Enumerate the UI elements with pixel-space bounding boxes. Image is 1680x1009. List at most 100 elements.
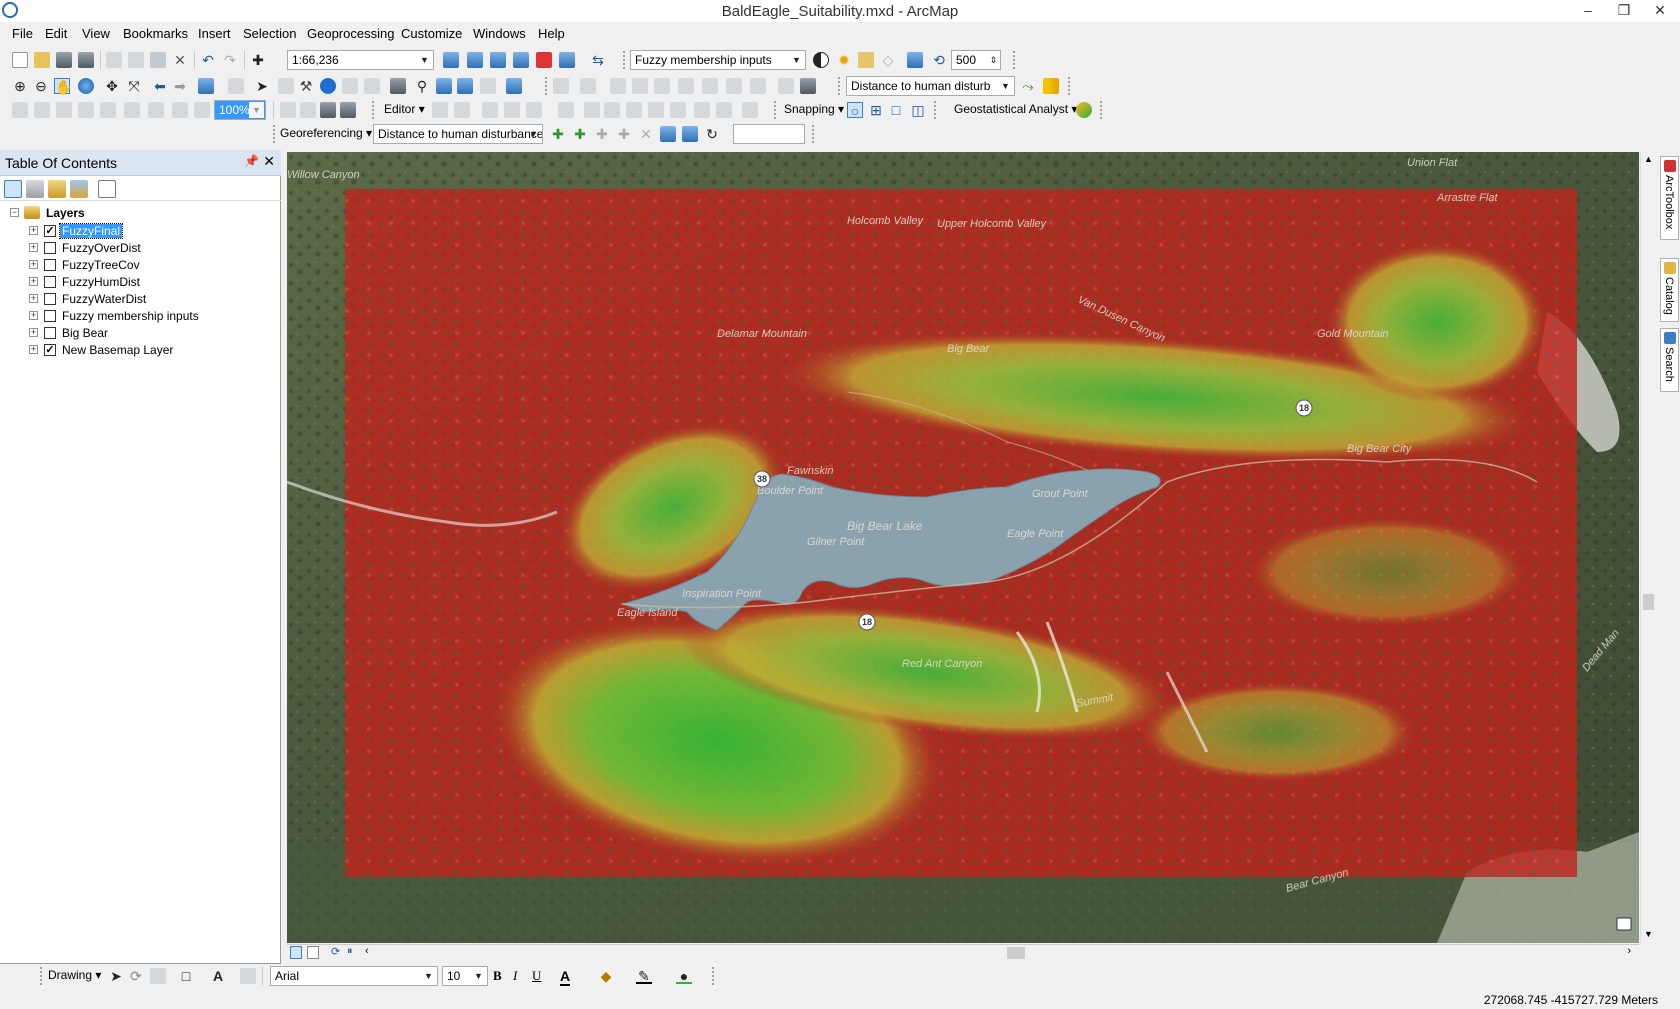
add-data-icon[interactable]: ✚ [250, 52, 266, 68]
lightning-icon[interactable] [278, 78, 294, 94]
expand-icon[interactable]: + [29, 277, 38, 286]
close-window-button[interactable]: ✕ [1642, 0, 1678, 22]
drawing-menu[interactable]: Drawing ▾ [48, 968, 101, 982]
sketch-properties-icon[interactable] [716, 102, 732, 118]
add-control-points-icon[interactable]: ✚ [550, 126, 566, 142]
catalog-window-icon[interactable] [490, 52, 506, 68]
scroll-right-icon[interactable]: › [1627, 945, 1631, 957]
back-extent-icon[interactable]: ⬅ [152, 78, 168, 94]
advanced-edit-4-icon[interactable] [678, 78, 694, 94]
visibility-checkbox[interactable] [44, 327, 56, 339]
layout-4-icon[interactable] [340, 102, 356, 118]
graphics-3-icon[interactable] [56, 102, 72, 118]
swipe-icon[interactable]: ◇ [880, 52, 896, 68]
data-view-icon[interactable] [290, 946, 302, 959]
rotation-input[interactable] [733, 124, 805, 144]
layers-root[interactable]: − Layers [0, 204, 280, 222]
georef-layer-combo[interactable]: Distance to human disturbance ▼ [373, 124, 543, 144]
zoom-to-link-icon[interactable]: ✚ [616, 126, 632, 142]
arctoolbox-icon[interactable] [536, 52, 552, 68]
list-by-source-icon[interactable] [26, 180, 44, 198]
new-document-icon[interactable] [12, 52, 28, 68]
layer-label[interactable]: Big Bear [60, 326, 110, 340]
menu-geoprocessing[interactable]: Geoprocessing [307, 26, 394, 41]
pan-icon[interactable]: ✋ [54, 78, 72, 95]
layer-label[interactable]: Fuzzy membership inputs [60, 309, 201, 323]
visibility-checkbox[interactable] [44, 293, 56, 305]
zoom-to-raster-icon[interactable] [907, 52, 923, 68]
zoom-to-elements-icon[interactable] [150, 968, 166, 984]
graphics-1-icon[interactable] [12, 102, 28, 118]
advanced-edit-1-icon[interactable] [610, 78, 626, 94]
font-color-button[interactable]: A [560, 968, 571, 986]
layer-label[interactable]: FuzzyWaterDist [60, 292, 148, 306]
select-link-icon[interactable]: ✚ [594, 126, 610, 142]
menu-customize[interactable]: Customize [401, 26, 462, 41]
line-profile-icon[interactable]: ⤳ [1020, 78, 1036, 94]
refresh-icon[interactable]: ⟳ [331, 945, 340, 958]
layer-fuzzywaterdist[interactable]: + FuzzyWaterDist [0, 290, 280, 308]
vertical-scroll-thumb[interactable] [1643, 594, 1654, 610]
font-size-combo[interactable]: 10 ▼ [442, 966, 488, 986]
editor-menu[interactable]: Editor ▾ [384, 102, 425, 116]
layer-fuzzyoverdist[interactable]: + FuzzyOverDist [0, 239, 280, 257]
python-window-icon[interactable] [559, 52, 575, 68]
close-icon[interactable]: ✕ [263, 153, 275, 170]
menu-selection[interactable]: Selection [243, 26, 296, 41]
edge-snapping-icon[interactable]: ◫ [910, 102, 926, 118]
layer-fuzzyhumdist[interactable]: + FuzzyHumDist [0, 273, 280, 291]
horizontal-scrollbar[interactable]: ⟳ ⏸ ‹ › [287, 944, 1639, 961]
vertical-scrollbar[interactable]: ▲ ▼ [1640, 152, 1656, 943]
list-by-drawing-order-icon[interactable] [4, 180, 22, 198]
contrast-icon[interactable] [813, 52, 829, 68]
geostatistical-wizard-icon[interactable] [1076, 102, 1092, 118]
menu-edit[interactable]: Edit [45, 26, 67, 41]
menu-view[interactable]: View [82, 26, 110, 41]
create-viewer-window-icon[interactable] [506, 78, 522, 94]
cut-polygon-icon[interactable] [626, 102, 642, 118]
advanced-edit-6-icon[interactable] [726, 78, 742, 94]
paste-icon[interactable] [150, 52, 166, 68]
graphics-4-icon[interactable] [78, 102, 94, 118]
expand-icon[interactable]: + [29, 345, 38, 354]
find-icon[interactable]: ⚲ [414, 78, 430, 94]
viewer-icon[interactable] [660, 126, 676, 142]
sketch-tool-icon[interactable] [504, 102, 520, 118]
go-to-xy-icon[interactable] [457, 78, 473, 94]
find-route-icon[interactable] [436, 78, 452, 94]
pin-icon[interactable]: 📌 [244, 154, 259, 168]
editor-toolbar-icon[interactable] [443, 52, 459, 68]
delete-link-icon[interactable]: ✕ [638, 126, 654, 142]
layer-big-bear[interactable]: + Big Bear [0, 324, 280, 342]
menu-file[interactable]: File [12, 26, 33, 41]
topology-icon[interactable] [553, 78, 569, 94]
rectangle-icon[interactable]: □ [178, 968, 194, 984]
identify-icon[interactable] [320, 78, 336, 94]
point-snapping-icon[interactable]: ○ [847, 102, 863, 119]
underline-button[interactable]: U [532, 968, 541, 984]
copy-icon[interactable] [128, 52, 144, 68]
table-of-contents-icon[interactable] [467, 52, 483, 68]
graphics-5-icon[interactable] [100, 102, 116, 118]
layer-fuzzyfinal[interactable]: + ✓ FuzzyFinal [0, 222, 280, 240]
advanced-edit-8-icon[interactable] [778, 78, 794, 94]
restore-button[interactable]: ❐ [1606, 0, 1642, 22]
expand-icon[interactable]: + [29, 328, 38, 337]
rotate-icon[interactable]: ⟳ [128, 968, 144, 984]
end-snapping-icon[interactable]: ⊞ [868, 102, 884, 118]
visibility-checkbox[interactable]: ✓ [44, 344, 56, 356]
vertex-snapping-icon[interactable]: □ [888, 102, 904, 118]
histogram-icon[interactable] [1043, 78, 1059, 94]
layout-view-icon[interactable] [307, 946, 319, 959]
pause-drawing-icon[interactable]: ⏸ [347, 945, 353, 958]
redo-icon[interactable]: ↷ [222, 52, 238, 68]
brightness-icon[interactable]: ✹ [836, 52, 852, 68]
advanced-edit-2-icon[interactable] [632, 78, 648, 94]
expand-icon[interactable]: + [29, 243, 38, 252]
graphics-6-icon[interactable] [124, 102, 140, 118]
graphics-9-icon[interactable] [194, 102, 210, 118]
layout-2-icon[interactable] [300, 102, 316, 118]
arctoolbox-tab[interactable]: ArcToolbox [1660, 156, 1679, 240]
link-table-icon[interactable] [682, 126, 698, 142]
edit-tool-icon[interactable] [432, 102, 448, 118]
